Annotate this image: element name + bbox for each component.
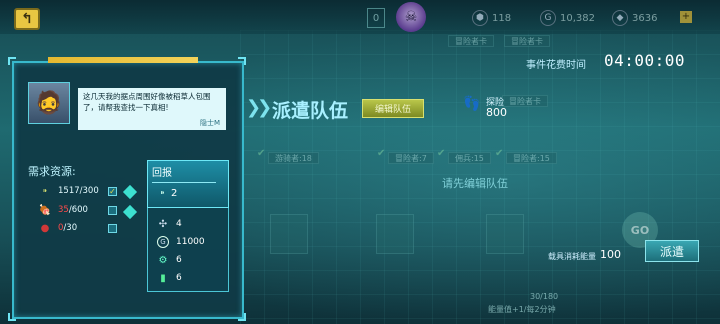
edit-team-button[interactable]: 编辑队伍: [362, 99, 424, 118]
bg-chip: 冒险者:7: [388, 152, 434, 164]
reward-item-value: 6: [176, 273, 182, 283]
hero-slot[interactable]: [270, 214, 308, 254]
requirement-need: /600: [68, 205, 88, 215]
corner-ornament: [8, 57, 16, 65]
resource-diamond-value: 3636: [632, 12, 658, 24]
double-chevron-icon: ❯❯: [246, 97, 272, 118]
faded-check-icon: ✔: [495, 148, 504, 159]
requirement-have: 1517: [58, 186, 80, 196]
energy-regen-text: 能量值+1/每2分钟: [488, 305, 556, 314]
resource-hex: ⬢ 118: [472, 9, 511, 27]
reward-item-value: 4: [176, 219, 182, 229]
corner-ornament: [238, 313, 246, 321]
requirement-checkbox: ✓: [108, 187, 117, 196]
back-button[interactable]: ↰: [14, 8, 40, 30]
requirement-row: ● 0/30: [38, 221, 77, 235]
requirement-need: /30: [63, 223, 78, 233]
hero-slot[interactable]: [486, 214, 524, 254]
bg-chip: 游骑者:18: [268, 152, 319, 164]
requirement-need: /300: [79, 186, 99, 196]
resource-hex-value: 118: [492, 12, 512, 24]
faded-check-icon: ✔: [437, 148, 446, 159]
faded-check-icon: ✔: [257, 148, 266, 159]
reward-item: G 11000: [157, 235, 205, 249]
diamond-icon: ◆: [612, 10, 628, 26]
npc-portrait: 🧔: [28, 82, 70, 124]
requirement-row: ⁍ 1517/300: [38, 184, 99, 198]
footprints-icon: 👣: [463, 96, 481, 112]
quest-signature: 隐士M: [200, 119, 221, 127]
reward-item: ✣ 4: [157, 217, 182, 231]
reward-main-value: 2: [171, 188, 178, 199]
requirement-checkbox: [108, 224, 117, 233]
event-time-value: 04:00:00: [604, 51, 686, 70]
quest-dialog-text: 这几天我的据点周围好像被稻草人包围了，请帮我查找一下真相!: [83, 92, 211, 112]
reward-title: 回报: [152, 168, 172, 179]
corner-ornament: [8, 313, 16, 321]
card-accent-bar: [48, 57, 198, 63]
consume-value: 100: [600, 248, 621, 261]
reward-item: ⚙ 6: [157, 253, 182, 267]
faded-check-icon: ✔: [377, 148, 386, 159]
hex-icon: ⬢: [472, 10, 488, 26]
reward-item: ▮ 6: [157, 271, 182, 285]
edit-team-hint: 请先编辑队伍: [442, 177, 508, 190]
bg-chip: 冒险者卡: [448, 35, 494, 47]
bullet-icon: ⁍: [42, 185, 48, 197]
event-time-label: 事件花费时间: [526, 60, 586, 71]
coin-icon: G: [540, 10, 556, 26]
dispatch-button[interactable]: 派遣: [645, 240, 699, 262]
bg-chip: 冒险者:15: [506, 152, 557, 164]
meat-icon: 🍖: [38, 204, 52, 216]
resource-coin: G 10,382: [540, 9, 595, 27]
back-arrow-icon: ↰: [21, 11, 33, 27]
explore-value: 800: [486, 106, 507, 119]
level-box: 0: [367, 8, 385, 28]
reward-item-value: 11000: [176, 237, 205, 247]
dispatch-title: 派遣队伍: [272, 100, 349, 122]
bg-chip: 冒险者卡: [504, 35, 550, 47]
battery-icon: ▮: [160, 272, 166, 284]
coin-icon: G: [157, 236, 169, 248]
ammo-icon: ⁍: [160, 188, 165, 199]
reward-main: ⁍ 2: [160, 188, 177, 199]
requirement-checkbox: [108, 206, 117, 215]
resource-coin-value: 10,382: [560, 12, 595, 24]
requirement-row: 🍖 35/600: [38, 203, 88, 217]
skull-avatar-icon: ☠: [396, 2, 426, 32]
resource-diamond: ◆ 3636: [612, 9, 657, 27]
requirement-have: 35: [58, 205, 69, 215]
corner-ornament: [238, 57, 246, 65]
add-resource-button[interactable]: +: [680, 11, 692, 23]
hermit-avatar-icon: 🧔: [35, 90, 63, 116]
energy-count: 30/180: [530, 292, 559, 301]
bg-chip: 佣兵:15: [448, 152, 491, 164]
gear-cluster-icon: ⚙: [158, 254, 168, 266]
requirements-title: 需求资源:: [28, 165, 76, 178]
hero-slot[interactable]: [376, 214, 414, 254]
reward-divider: [152, 182, 216, 183]
bg-chip: 冒险者卡: [502, 95, 548, 107]
scatter-icon: ✣: [158, 218, 168, 230]
berry-icon: ●: [40, 222, 50, 234]
reward-item-value: 6: [176, 255, 182, 265]
consume-label: 载具消耗能量: [548, 252, 596, 261]
